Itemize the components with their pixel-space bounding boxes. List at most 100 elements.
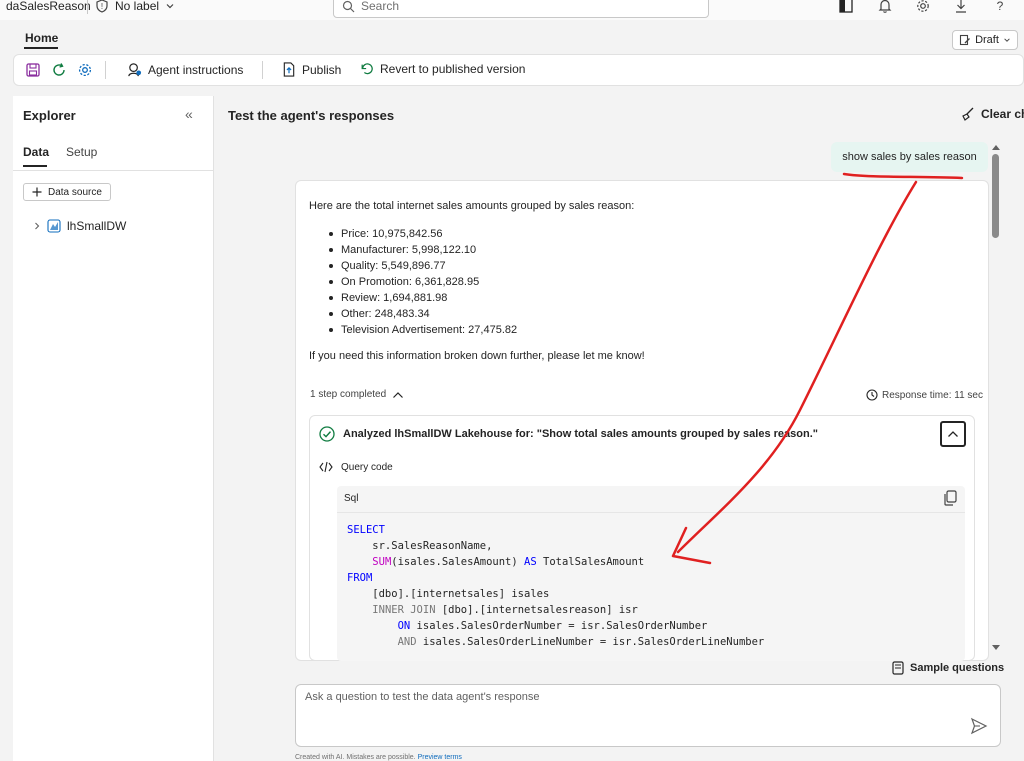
lakehouse-icon xyxy=(47,219,61,233)
data-source-label: Data source xyxy=(48,186,102,198)
list-item: Review: 1,694,881.98 xyxy=(328,290,517,306)
collapse-panel-icon[interactable]: « xyxy=(185,106,193,122)
clear-chat-button[interactable]: Clear cha xyxy=(961,107,1024,121)
publish-button[interactable]: Publish xyxy=(282,62,341,77)
check-circle-icon xyxy=(319,426,335,442)
draft-dropdown[interactable]: Draft xyxy=(952,30,1018,50)
tree-item-label: lhSmallDW xyxy=(67,219,127,233)
sample-questions-button[interactable]: Sample questions xyxy=(892,661,1004,675)
search-placeholder: Search xyxy=(361,0,400,13)
agent-icon xyxy=(128,63,142,77)
tab-indicator xyxy=(23,165,47,167)
send-icon[interactable] xyxy=(970,717,988,735)
user-message-text: show sales by sales reason xyxy=(842,151,977,163)
search-icon xyxy=(342,0,355,12)
code-token: SUM xyxy=(372,556,392,568)
label-text: No label xyxy=(115,0,160,13)
broom-icon xyxy=(962,107,974,121)
copy-icon[interactable] xyxy=(943,490,957,506)
code-language: Sql xyxy=(344,493,359,504)
user-message: show sales by sales reason xyxy=(831,142,988,172)
sensitivity-label[interactable]: ! No label xyxy=(95,0,175,13)
chevron-down-icon xyxy=(1004,38,1010,42)
code-token: isales.SalesOrderNumber = isr.SalesOrder… xyxy=(410,620,708,632)
analysis-step-label: Analyzed lhSmallDW Lakehouse for: "Show … xyxy=(343,428,818,440)
response-time-label: Response time: 11 sec xyxy=(882,389,983,401)
code-token: AND xyxy=(397,636,417,648)
divider xyxy=(87,0,88,14)
clear-chat-label: Clear cha xyxy=(981,107,1024,121)
shield-icon: ! xyxy=(96,0,108,13)
code-token: TotalSalesAmount xyxy=(536,556,645,568)
question-placeholder: Ask a question to test the data agent's … xyxy=(305,691,540,703)
revert-button[interactable]: Revert to published version xyxy=(360,62,525,76)
agent-instructions-button[interactable]: Agent instructions xyxy=(127,62,243,77)
gear-icon[interactable] xyxy=(915,0,931,14)
tab-home[interactable]: Home xyxy=(25,31,58,45)
chevron-up-icon xyxy=(948,431,958,437)
chevron-right-icon[interactable] xyxy=(33,222,41,230)
toolbar-divider xyxy=(262,61,263,79)
draft-icon xyxy=(960,34,971,46)
app-name[interactable]: daSalesReason xyxy=(6,0,91,13)
code-token: [dbo].[internetsalesreason] isr xyxy=(435,604,638,616)
bell-icon[interactable] xyxy=(877,0,893,14)
svg-text:?: ? xyxy=(997,0,1004,13)
plus-icon xyxy=(32,187,42,197)
tree-item-lhsmalldw[interactable]: lhSmallDW xyxy=(33,219,126,233)
analysis-step: Analyzed lhSmallDW Lakehouse for: "Show … xyxy=(319,426,818,442)
sql-code: SELECT sr.SalesReasonName, SUM(isales.Sa… xyxy=(347,522,764,650)
panel-toggle-icon[interactable] xyxy=(838,0,854,14)
toolbar-divider xyxy=(105,61,106,79)
code-token: isales.SalesOrderLineNumber = isr.SalesO… xyxy=(416,636,765,648)
scroll-down-icon[interactable] xyxy=(991,644,1001,652)
list-item: Television Advertisement: 27,475.82 xyxy=(328,324,518,336)
code-token: sr.SalesReasonName, xyxy=(347,540,493,552)
publish-icon xyxy=(283,62,295,77)
tab-setup[interactable]: Setup xyxy=(66,145,97,159)
clock-icon xyxy=(866,389,878,401)
download-icon[interactable] xyxy=(953,0,969,14)
code-token: [dbo].[internetsales] isales xyxy=(347,588,550,600)
code-token: ON xyxy=(397,620,411,632)
collapse-step-button[interactable] xyxy=(940,421,966,447)
code-token: FROM xyxy=(347,572,373,584)
code-token: SELECT xyxy=(347,524,385,536)
help-icon[interactable]: ? xyxy=(992,0,1008,14)
response-outro: If you need this information broken down… xyxy=(309,350,645,362)
list-item: Other: 248,483.34 xyxy=(328,306,517,322)
code-token: AS xyxy=(524,556,537,568)
agent-instructions-label: Agent instructions xyxy=(148,62,244,77)
divider xyxy=(337,512,965,513)
code-token: (isales.SalesAmount) xyxy=(391,556,525,568)
query-code-label: Query code xyxy=(341,461,393,473)
publish-label: Publish xyxy=(302,62,342,77)
results-list: Price: 10,975,842.56 Manufacturer: 5,998… xyxy=(328,226,518,338)
response-time: Response time: 11 sec xyxy=(866,389,983,401)
save-icon[interactable] xyxy=(25,62,41,78)
query-code-header: Query code xyxy=(319,461,393,473)
draft-label: Draft xyxy=(975,34,999,46)
tab-indicator xyxy=(24,47,58,49)
steps-toggle[interactable]: 1 step completed xyxy=(310,389,404,400)
list-item: On Promotion: 6,361,828.95 xyxy=(328,274,517,290)
chevron-down-icon xyxy=(166,4,174,9)
scrollbar-thumb[interactable] xyxy=(992,154,999,238)
page-title: Test the agent's responses xyxy=(228,108,395,123)
preview-terms-link[interactable]: Preview terms xyxy=(418,754,462,761)
refresh-icon[interactable] xyxy=(51,62,67,78)
tab-data[interactable]: Data xyxy=(23,145,49,159)
settings-icon[interactable] xyxy=(77,62,93,78)
disclaimer-text: Created with AI. Mistakes are possible. xyxy=(295,754,416,761)
undo-icon xyxy=(361,63,373,75)
svg-text:!: ! xyxy=(101,2,103,11)
search-input[interactable]: Search xyxy=(333,0,709,18)
list-item: Price: 10,975,842.56 xyxy=(328,226,517,242)
response-intro: Here are the total internet sales amount… xyxy=(309,200,635,212)
chevron-up-icon xyxy=(393,391,404,398)
scroll-up-icon[interactable] xyxy=(991,143,1001,151)
divider xyxy=(13,170,214,171)
sample-questions-label: Sample questions xyxy=(910,662,1005,674)
add-data-source-button[interactable]: Data source xyxy=(23,183,111,201)
revert-label: Revert to published version xyxy=(380,62,526,76)
